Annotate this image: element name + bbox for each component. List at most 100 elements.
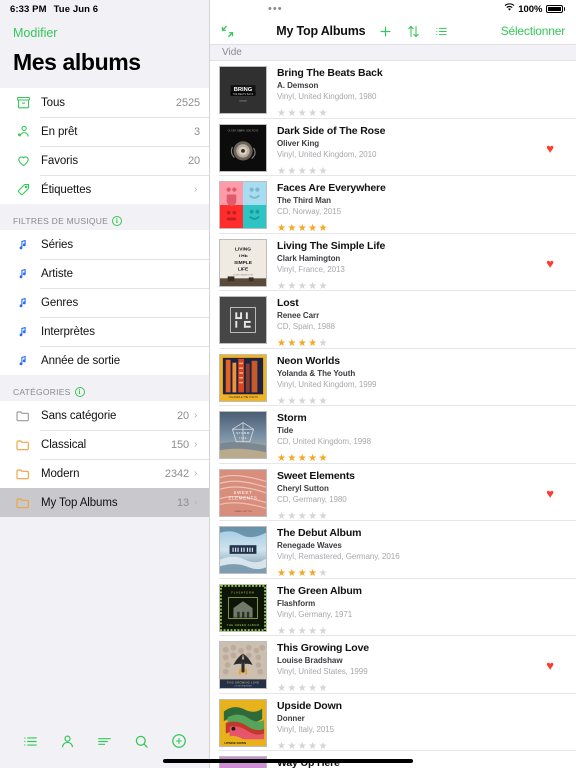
filter-lines-icon[interactable] [91,727,119,755]
library-list: Tous 2525 En prêt 3 Favoris 20 Étiquette… [0,88,209,204]
rating-stars[interactable]: ★★★★★ [277,626,546,637]
sidebar-item-en-pret[interactable]: En prêt 3 [0,117,209,146]
sidebar-item-classical[interactable]: Classical 150 › [0,430,209,459]
status-time: 6:33 PM [10,3,47,15]
table-row[interactable]: The Debut Album Renegade Waves Vinyl, Re… [210,521,576,579]
sidebar-item-genres[interactable]: Genres [0,288,209,317]
sidebar-item-count: 150 [170,438,189,451]
person-icon[interactable] [54,727,82,755]
sidebar-item-count: 2525 [175,96,200,109]
chevron-right-icon: › [194,497,198,508]
rating-stars[interactable]: ★★★★★ [277,569,546,579]
sidebar-spacer [0,517,209,720]
svg-text:THE BEATS BACK: THE BEATS BACK [232,93,253,96]
collapse-arrows-icon[interactable] [220,24,235,39]
album-meta: Vinyl, United Kingdom, 2010 [277,149,377,159]
battery-icon [545,4,563,14]
rating-stars[interactable]: ★★★★★ [277,454,546,464]
table-row[interactable]: Lost Renee Carr CD, Spain, 1988 ★★★★★ ♥ [210,291,576,349]
table-row[interactable]: UPSIDE DOWN Upside Down Donner Vinyl, It… [210,694,576,752]
rating-stars[interactable]: ★★★★★ [277,396,546,407]
favorite-heart-icon[interactable]: ♥ [546,141,554,156]
sidebar-item-label: Modern [41,467,80,480]
table-row[interactable]: Faces Are Everywhere The Third Man CD, N… [210,176,576,234]
table-row[interactable]: OLIVER KING DARK SIDE ROSE Dark Side of T… [210,119,576,177]
sidebar-item-tous[interactable]: Tous 2525 [0,88,209,117]
album-list[interactable]: BRING THE BEATS BACK Bring The Beats Back… [210,61,576,768]
edit-button[interactable]: Modifier [13,26,57,40]
sidebar-item-annee-de-sortie[interactable]: Année de sortie [0,346,209,375]
svg-text:UPSIDE DOWN: UPSIDE DOWN [224,741,246,745]
rating-stars[interactable]: ★★★★★ [277,339,546,349]
album-info: Sweet Elements Cheryl Sutton CD, Germany… [267,469,546,522]
album-title: Faces Are Everywhere [277,182,386,194]
sidebar-item-label: Favoris [41,154,79,167]
table-row[interactable]: FLASHFORM THE GREEN ALBUM The Green Album… [210,579,576,637]
table-row[interactable]: YOLANDA & THE YOUTH Neon Worlds Yolanda … [210,349,576,407]
album-info: Living The Simple Life Clark Hamington V… [267,239,546,292]
sidebar-item-artiste[interactable]: Artiste [0,259,209,288]
sidebar-item-interpretes[interactable]: Interprètes [0,317,209,346]
album-info: Upside Down Donner Vinyl, Italy, 2015 ★★… [267,699,546,752]
info-icon[interactable]: i [74,387,85,397]
heart-outline-icon [12,153,34,168]
plus-icon[interactable] [378,24,393,39]
album-artist: Yolanda & The Youth [277,368,356,378]
rating-stars[interactable]: ★★★★★ [277,741,546,752]
rating-stars[interactable]: ★★★★★ [277,511,546,522]
sidebar-item-series[interactable]: Séries [0,230,209,259]
table-row[interactable]: LIVING THE SIMPLE LIFE CLARK HAMINGTON Livin… [210,234,576,292]
rating-stars[interactable]: ★★★★★ [277,224,546,234]
favorite-heart-icon[interactable]: ♥ [546,256,554,271]
album-info: Bring The Beats Back A. Demson Vinyl, Un… [267,66,546,119]
music-note-icon [12,267,34,280]
folder-orange-icon [12,437,34,453]
album-info: Storm Tide CD, United Kingdom, 1998 ★★★★… [267,411,546,464]
album-title: Lost [277,297,299,309]
album-cover: OLIVER KING DARK SIDE ROSE [219,123,267,172]
select-button[interactable]: Sélectionner [501,24,566,38]
table-row[interactable]: BRING THE BEATS BACK Bring The Beats Back… [210,61,576,119]
table-row[interactable]: THIS GROWING LOVE LOUISE BRADSHAW This Gr… [210,636,576,694]
album-artist: Renee Carr [277,311,320,320]
section-header: Vide [210,44,576,61]
tag-icon [12,182,34,197]
chevron-right-icon: › [194,439,198,450]
album-cover: STORM TIDE [219,411,267,459]
sidebar-item-count: 20 [187,154,200,167]
album-artist: The Third Man [277,196,332,205]
album-artist: Donner [277,713,305,723]
search-icon[interactable] [128,727,156,755]
rating-stars[interactable]: ★★★★★ [277,109,546,119]
table-row[interactable]: STORM TIDE Storm Tide CD, United Kingdom,… [210,406,576,464]
album-title: Bring The Beats Back [277,67,383,79]
sidebar-item-etiquettes[interactable]: Étiquettes › [0,175,209,204]
rating-stars[interactable]: ★★★★★ [277,166,546,177]
sidebar-item-favoris[interactable]: Favoris 20 [0,146,209,175]
scan-circle-icon[interactable] [165,727,193,755]
sidebar-item-count: 13 [176,496,189,509]
rating-stars[interactable]: ★★★★★ [277,684,546,694]
info-icon[interactable]: i [112,216,123,226]
person-lend-icon [12,124,34,139]
album-cover-row[interactable]: SWEET ELEMENTS CHERYL SUTTON Sweet Element… [210,464,576,522]
album-title: Sweet Elements [277,469,355,482]
list-view-icon[interactable] [434,24,449,39]
favorite-heart-icon[interactable]: ♥ [546,486,554,501]
sidebar-item-modern[interactable]: Modern 2342 › [0,459,209,488]
filters-section-header: FILTRES DE MUSIQUE i [0,204,209,230]
sidebar-item-label: Classical [41,438,87,451]
sidebar-item-sans-categorie[interactable]: Sans catégorie 20 › [0,401,209,430]
sort-arrows-icon[interactable] [406,24,421,39]
status-battery-group: 100% [504,3,565,15]
rating-stars[interactable]: ★★★★★ [277,281,546,292]
sidebar-item-count: 20 [176,409,189,422]
album-cover [219,526,267,574]
sidebar-item-label: En prêt [41,125,78,138]
sidebar-item-my-top-albums[interactable]: My Top Albums 13 › [0,488,209,517]
album-cover: BRING THE BEATS BACK [219,66,267,114]
list-bullet-icon[interactable] [17,727,45,755]
svg-text:SIMPLE: SIMPLE [234,259,252,265]
favorite-heart-icon[interactable]: ♥ [546,658,554,673]
album-artist: Flashform [277,598,316,608]
